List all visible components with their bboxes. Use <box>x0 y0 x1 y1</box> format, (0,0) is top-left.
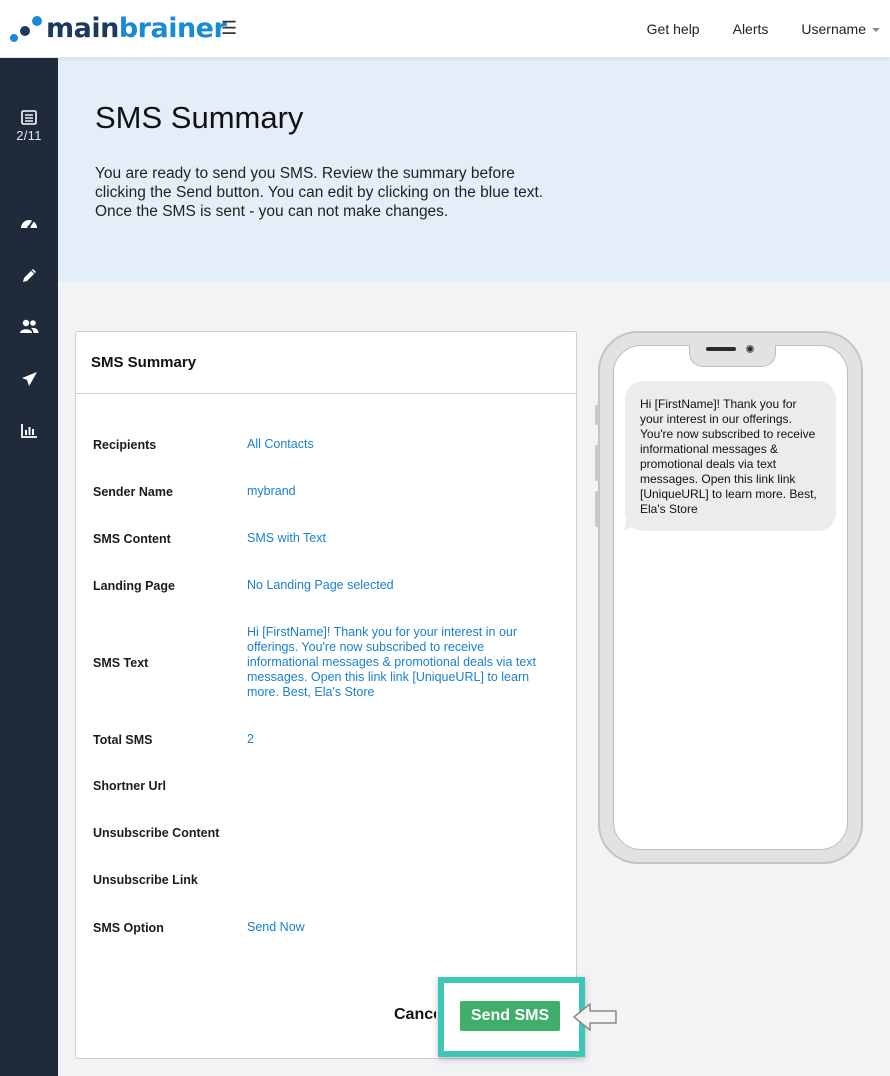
summary-row-total-sms: Total SMS 2 <box>93 732 563 747</box>
cancel-button[interactable]: Cancel <box>394 1006 436 1024</box>
phone-side-button <box>595 491 599 527</box>
summary-row-unsubscribe-content: Unsubscribe Content <box>93 826 563 840</box>
summary-row-unsubscribe-link: Unsubscribe Link <box>93 873 563 887</box>
pointer-arrow-icon <box>573 1003 617 1031</box>
sender-name-value-link[interactable]: mybrand <box>247 484 557 499</box>
top-nav: Get help Alerts Username <box>647 0 880 58</box>
sms-text-value-link[interactable]: Hi [FirstName]! Thank you for your inter… <box>247 625 557 700</box>
sidebar-item-steps[interactable]: 2/11 <box>0 110 58 143</box>
sidebar: 2/11 <box>0 58 58 1076</box>
summary-row-sender-name: Sender Name mybrand <box>93 484 563 499</box>
row-label: Total SMS <box>93 732 153 747</box>
caret-down-icon <box>872 28 880 33</box>
phone-camera <box>746 345 754 353</box>
top-bar: mainbrainer ☰ Get help Alerts Username <box>0 0 890 58</box>
row-label: SMS Option <box>93 920 164 935</box>
row-label: SMS Content <box>93 531 171 546</box>
dashboard-gauge-icon <box>21 220 37 229</box>
pencil-icon <box>22 269 36 282</box>
card-title: SMS Summary <box>76 332 576 394</box>
alerts-link[interactable]: Alerts <box>733 21 769 37</box>
row-label: Recipients <box>93 437 157 452</box>
sidebar-item-contacts[interactable] <box>0 319 58 334</box>
summary-row-recipients: Recipients All Contacts <box>93 437 563 452</box>
page-description: You are ready to send you SMS. Review th… <box>95 165 544 220</box>
summary-row-landing-page: Landing Page No Landing Page selected <box>93 578 563 593</box>
sidebar-item-send[interactable] <box>0 371 58 387</box>
sms-option-value-link[interactable]: Send Now <box>247 920 557 935</box>
logo-mark <box>10 14 42 44</box>
send-sms-button[interactable]: Send SMS <box>460 1001 560 1031</box>
summary-row-sms-option: SMS Option Send Now <box>93 920 563 935</box>
user-menu[interactable]: Username <box>801 21 880 37</box>
summary-row-sms-content: SMS Content SMS with Text <box>93 531 563 546</box>
hamburger-icon[interactable]: ☰ <box>221 18 237 39</box>
bar-chart-icon <box>20 424 37 438</box>
phone-side-button <box>595 445 599 481</box>
sms-summary-card: SMS Summary Recipients All Contacts Send… <box>75 331 577 1059</box>
row-label: Unsubscribe Link <box>93 873 198 887</box>
row-label: Landing Page <box>93 578 175 593</box>
logo-wordmark: mainbrainer <box>46 13 227 44</box>
paper-plane-icon <box>21 372 37 386</box>
mainbrainer-logo[interactable]: mainbrainer <box>10 13 227 44</box>
sms-message-bubble: Hi [FirstName]! Thank you for your inter… <box>625 381 836 531</box>
row-label: SMS Text <box>93 655 149 670</box>
get-help-link[interactable]: Get help <box>647 21 700 37</box>
phone-speaker <box>706 347 736 351</box>
summary-row-shortner-url: Shortner Url <box>93 779 563 793</box>
total-sms-value-link[interactable]: 2 <box>247 732 557 747</box>
page-header: SMS Summary You are ready to send you SM… <box>58 58 890 282</box>
summary-row-sms-text: SMS Text Hi [FirstName]! Thank you for y… <box>93 625 563 700</box>
list-icon <box>21 110 37 125</box>
step-counter: 2/11 <box>16 128 42 143</box>
row-label: Unsubscribe Content <box>93 826 220 840</box>
sidebar-item-edit[interactable] <box>0 267 58 284</box>
sidebar-item-reports[interactable] <box>0 423 58 438</box>
row-label: Sender Name <box>93 484 173 499</box>
phone-side-button <box>595 405 599 425</box>
page-title: SMS Summary <box>95 100 304 135</box>
sidebar-item-dashboard[interactable] <box>0 215 58 231</box>
recipients-value-link[interactable]: All Contacts <box>247 437 557 452</box>
username-label: Username <box>801 21 866 37</box>
sms-content-value-link[interactable]: SMS with Text <box>247 531 557 546</box>
row-label: Shortner Url <box>93 779 166 793</box>
users-icon <box>20 319 39 333</box>
landing-page-value-link[interactable]: No Landing Page selected <box>247 578 557 593</box>
